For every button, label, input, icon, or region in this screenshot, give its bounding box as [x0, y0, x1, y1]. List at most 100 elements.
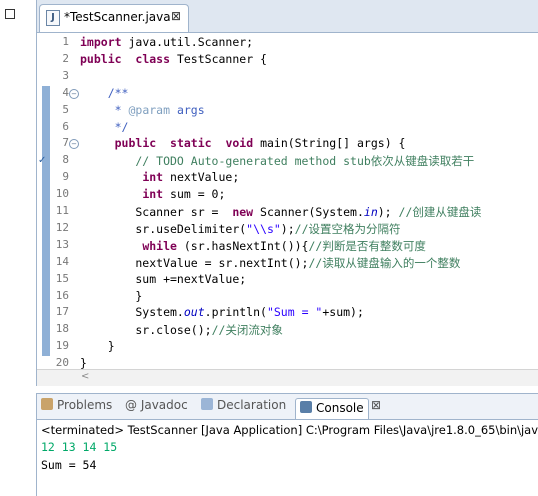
code-token: //读取从键盘输入的一个整数: [308, 255, 461, 270]
code-token: int: [135, 170, 164, 185]
console-tab-close[interactable]: ⊠: [371, 398, 381, 412]
code-token: main(String[] args) {: [253, 136, 406, 151]
line-number: 14: [55, 254, 69, 268]
console-output-line: Sum = 54: [41, 458, 97, 472]
line-number: 11: [55, 204, 69, 217]
code-token: sr.useDelimiter(: [80, 221, 247, 236]
fold-toggle-icon[interactable]: −: [69, 88, 79, 99]
console-panel: Problems @ Javadoc Declaration Console ⊠ <te…: [36, 393, 538, 496]
code-line: int sum = 0;: [80, 187, 225, 201]
code-token: .println(: [204, 305, 267, 320]
line-number: 10: [55, 187, 69, 201]
code-token: +sum);: [322, 305, 364, 320]
code-token: @param: [128, 102, 171, 117]
code-token: Scanner sr =: [80, 205, 226, 219]
console-tab-problems[interactable]: Problems: [41, 398, 112, 412]
code-token: */: [80, 119, 129, 134]
annotation-ruler: ✓: [37, 33, 51, 369]
code-token: //设置空格为分隔符: [294, 221, 401, 236]
code-token: //判断是否有整数可度: [308, 238, 426, 253]
code-token: class: [128, 51, 171, 66]
console-tab-label: @ Javadoc: [125, 398, 188, 412]
code-token: static: [163, 136, 212, 151]
scroll-left-icon[interactable]: <: [81, 371, 89, 382]
code-token: "Sum = ": [266, 305, 323, 320]
left-side-strip: [0, 0, 36, 495]
console-tab-label: Problems: [57, 398, 113, 412]
declaration-icon: [201, 398, 213, 410]
code-token: Scanner(System.: [253, 205, 364, 219]
code-token: //关闭流对象: [211, 323, 283, 338]
console-input-line: 12 13 14 15: [41, 440, 118, 454]
horizontal-scrollbar[interactable]: <: [37, 369, 538, 386]
code-line: Scanner sr = new Scanner(System.in); //创…: [80, 204, 481, 220]
line-number: 20: [55, 356, 69, 369]
code-line: int nextValue;: [80, 170, 239, 184]
console-status: <terminated> TestScanner [Java Applicati…: [41, 423, 538, 437]
code-token: nextValue;: [163, 170, 240, 185]
code-line: while (sr.hasNextInt()){//判断是否有整数可度: [80, 238, 426, 254]
code-line: }: [80, 339, 115, 353]
code-token: //创建从键盘读: [398, 205, 482, 219]
code-token: public: [107, 136, 157, 151]
line-number: 2: [62, 51, 69, 65]
code-token: args: [170, 102, 205, 117]
console-tabbar: Problems @ Javadoc Declaration Console ⊠: [37, 394, 538, 420]
task-marker-icon[interactable]: ✓: [38, 155, 46, 166]
console-tab-label: Declaration: [217, 398, 287, 412]
problems-icon: [41, 398, 53, 410]
line-number: 9: [62, 170, 69, 184]
console-tab-javadoc[interactable]: @ Javadoc: [125, 398, 188, 412]
code-token: }: [80, 356, 87, 369]
line-number: 8: [62, 153, 69, 167]
code-token: );: [280, 221, 295, 236]
code-token: nextValue = sr.nextInt();: [80, 255, 309, 270]
code-token: java.util.Scanner;: [121, 35, 254, 49]
code-token: );: [377, 205, 399, 219]
code-line: System.out.println("Sum = "+sum);: [80, 305, 364, 319]
fold-toggle-icon[interactable]: −: [69, 139, 79, 150]
code-token: /**: [80, 85, 129, 100]
code-line: }: [80, 289, 142, 303]
code-token: sum +=nextValue;: [80, 271, 247, 286]
code-token: *: [80, 102, 129, 117]
code-line: nextValue = sr.nextInt();//读取从键盘输入的一个整数: [80, 255, 460, 271]
code-token: sr.close();: [80, 323, 212, 338]
editor-tab-label: *TestScanner.java: [64, 10, 171, 24]
restore-icon[interactable]: [5, 9, 15, 19]
code-line: public class TestScanner {: [80, 52, 267, 66]
console-tab-label: ⊠: [371, 398, 382, 412]
change-marker: [42, 85, 50, 357]
code-token: public: [80, 51, 122, 66]
console-tab-console[interactable]: Console: [295, 398, 369, 419]
console-icon: [300, 401, 312, 413]
code-editor[interactable]: ✓ 1 2 3 4 5 6 7 8 9 10 11 12 13 14 15 16 17 18 19 20 import…: [37, 33, 538, 369]
line-number-ruler: 1 2 3 4 5 6 7 8 9 10 11 12 13 14 15 16 17 18 19 20: [51, 33, 69, 369]
code-line: // TODO Auto-generated method stub依次从键盘读…: [80, 153, 474, 169]
code-line: public static void main(String[] args) {: [80, 136, 406, 151]
code-token: (sr.hasNextInt()){: [176, 238, 309, 253]
code-token: int: [135, 187, 164, 202]
code-token: new: [225, 205, 254, 219]
line-number: 3: [62, 68, 69, 82]
line-number: 1: [62, 35, 69, 48]
line-number: 15: [55, 271, 69, 285]
java-file-icon: J: [46, 10, 60, 26]
line-number: 6: [62, 119, 69, 133]
code-line: /**: [80, 85, 129, 100]
close-tab-icon[interactable]: ⊠: [171, 9, 181, 23]
code-token: while: [135, 238, 177, 253]
editor-tab-testscanner[interactable]: J *TestScanner.java ⊠: [39, 4, 189, 32]
console-tab-declaration[interactable]: Declaration: [201, 398, 286, 412]
code-line: }: [80, 356, 87, 369]
line-number: 7: [62, 136, 69, 150]
line-number: 5: [62, 102, 69, 116]
editor-panel: J *TestScanner.java ⊠ ✓ 1 2 3 4 5 6 7 8 9 10 11 12 1…: [36, 0, 538, 386]
code-token: sum = 0;: [163, 187, 226, 202]
code-line: sr.useDelimiter("\\s");//设置空格为分隔符: [80, 221, 401, 237]
editor-tabbar: J *TestScanner.java ⊠: [37, 0, 538, 33]
